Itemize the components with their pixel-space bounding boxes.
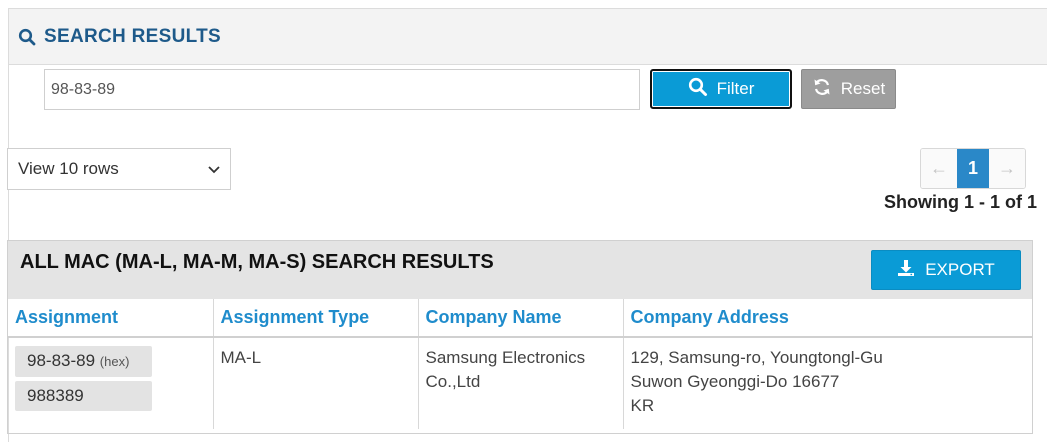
page-1-button[interactable]: 1 <box>957 149 989 188</box>
assignment-cell: 98-83-89 (hex) 988389 <box>8 337 214 429</box>
rows-per-page-select[interactable]: View 10 rows <box>7 148 231 190</box>
next-page-button[interactable]: → <box>989 149 1025 188</box>
results-table-panel: ALL MAC (MA-L, MA-M, MA-S) SEARCH RESULT… <box>7 240 1033 434</box>
results-title: ALL MAC (MA-L, MA-M, MA-S) SEARCH RESULT… <box>20 251 494 273</box>
company-address-cell: 129, Samsung-ro, Youngtongl-Gu Suwon Gye… <box>623 337 1032 429</box>
filter-button[interactable]: Filter <box>650 69 792 109</box>
assignment-hex-chip: 98-83-89 (hex) <box>15 346 152 377</box>
column-header-assignment[interactable]: Assignment <box>8 299 214 338</box>
table-header-row: Assignment Assignment Type Company Name … <box>8 299 1032 338</box>
prev-page-button[interactable]: ← <box>921 149 957 188</box>
refresh-icon <box>812 77 832 102</box>
hex-suffix: (hex) <box>99 354 130 369</box>
search-input[interactable] <box>44 69 640 110</box>
filter-button-label: Filter <box>716 79 755 98</box>
column-header-company-name[interactable]: Company Name <box>418 299 624 338</box>
search-icon <box>17 27 37 47</box>
column-header-company-address[interactable]: Company Address <box>623 299 1032 338</box>
company-name-line: Samsung Electronics <box>425 348 586 367</box>
reset-button[interactable]: Reset <box>801 69 896 109</box>
address-line: 129, Samsung-ro, Youngtongl-Gu <box>630 348 883 367</box>
assignment-base16-chip: 988389 <box>15 381 152 411</box>
table-row: 98-83-89 (hex) 988389 MA-L Samsung Elect… <box>8 337 1032 429</box>
results-table: Assignment Assignment Type Company Name … <box>8 299 1032 429</box>
results-header: ALL MAC (MA-L, MA-M, MA-S) SEARCH RESULT… <box>8 241 1032 299</box>
showing-count: Showing 1 - 1 of 1 <box>883 192 1037 212</box>
page-title: SEARCH RESULTS <box>44 25 221 47</box>
export-button[interactable]: EXPORT <box>871 250 1021 290</box>
address-line: KR <box>630 396 655 415</box>
chevron-down-icon <box>208 159 220 179</box>
rows-per-page-value: View 10 rows <box>18 159 119 178</box>
export-button-label: EXPORT <box>925 260 995 279</box>
reset-button-label: Reset <box>840 79 886 98</box>
search-icon <box>688 77 708 102</box>
company-name-line: Co.,Ltd <box>425 372 481 391</box>
assignment-type-cell: MA-L <box>213 337 419 429</box>
company-name-cell: Samsung Electronics Co.,Ltd <box>418 337 624 429</box>
address-line: Suwon Gyeonggi-Do 16677 <box>630 372 840 391</box>
download-icon <box>897 259 915 282</box>
panel-header: SEARCH RESULTS <box>9 9 1047 65</box>
assignment-hex-value: 98-83-89 <box>27 351 96 370</box>
column-header-assignment-type[interactable]: Assignment Type <box>213 299 419 338</box>
pagination: ← 1 → <box>920 148 1026 189</box>
